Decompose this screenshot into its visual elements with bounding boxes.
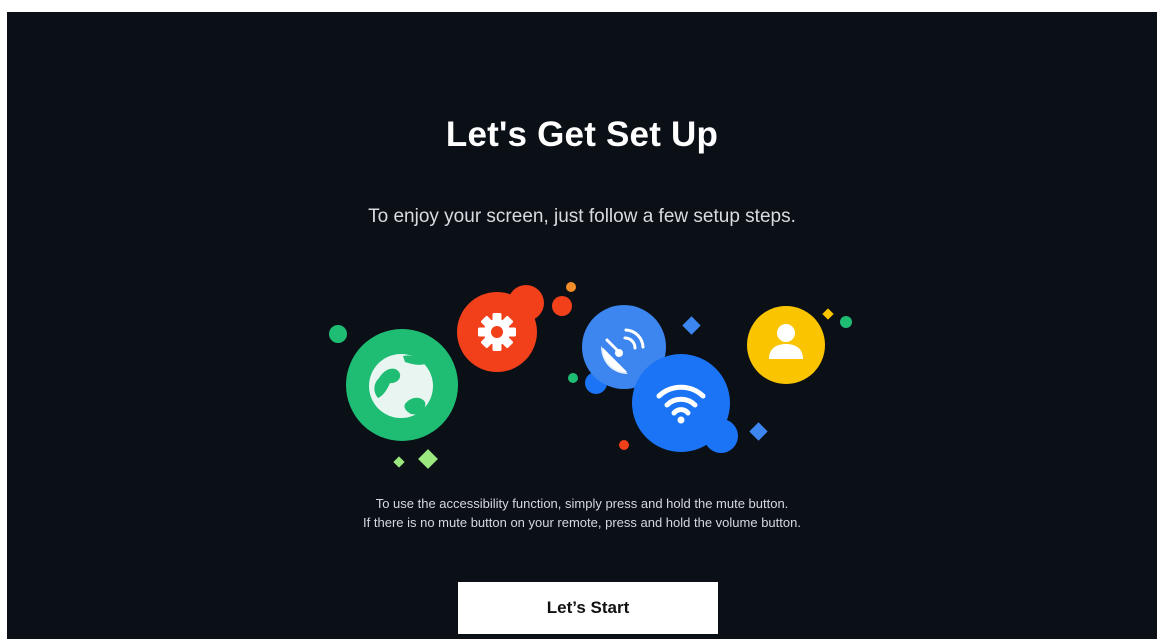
user-icon bbox=[747, 306, 825, 384]
accessibility-note-line: To use the accessibility function, simpl… bbox=[375, 496, 789, 511]
globe-icon bbox=[346, 329, 458, 441]
decor-dot bbox=[329, 325, 347, 343]
accessibility-note-line: If there is no mute button on your remot… bbox=[363, 515, 801, 530]
setup-illustration bbox=[329, 282, 852, 469]
setup-screen: Let's Get Set Up To enjoy your screen, j… bbox=[7, 12, 1157, 639]
decor-diamond bbox=[749, 422, 768, 441]
decor-diamond bbox=[822, 308, 834, 320]
decor-diamond bbox=[393, 456, 405, 468]
gear-icon bbox=[457, 285, 544, 372]
lets-start-button[interactable]: Let’s Start bbox=[458, 582, 718, 634]
decor-dot bbox=[840, 316, 852, 328]
decor-diamond bbox=[418, 449, 438, 469]
wifi-icon bbox=[632, 354, 738, 453]
decor-dot bbox=[619, 440, 629, 450]
decor-dot bbox=[568, 373, 578, 383]
decor-diamond bbox=[682, 316, 701, 335]
decor-dot bbox=[552, 296, 572, 316]
decor-dot bbox=[566, 282, 576, 292]
accessibility-note: To use the accessibility function, simpl… bbox=[7, 494, 1157, 532]
